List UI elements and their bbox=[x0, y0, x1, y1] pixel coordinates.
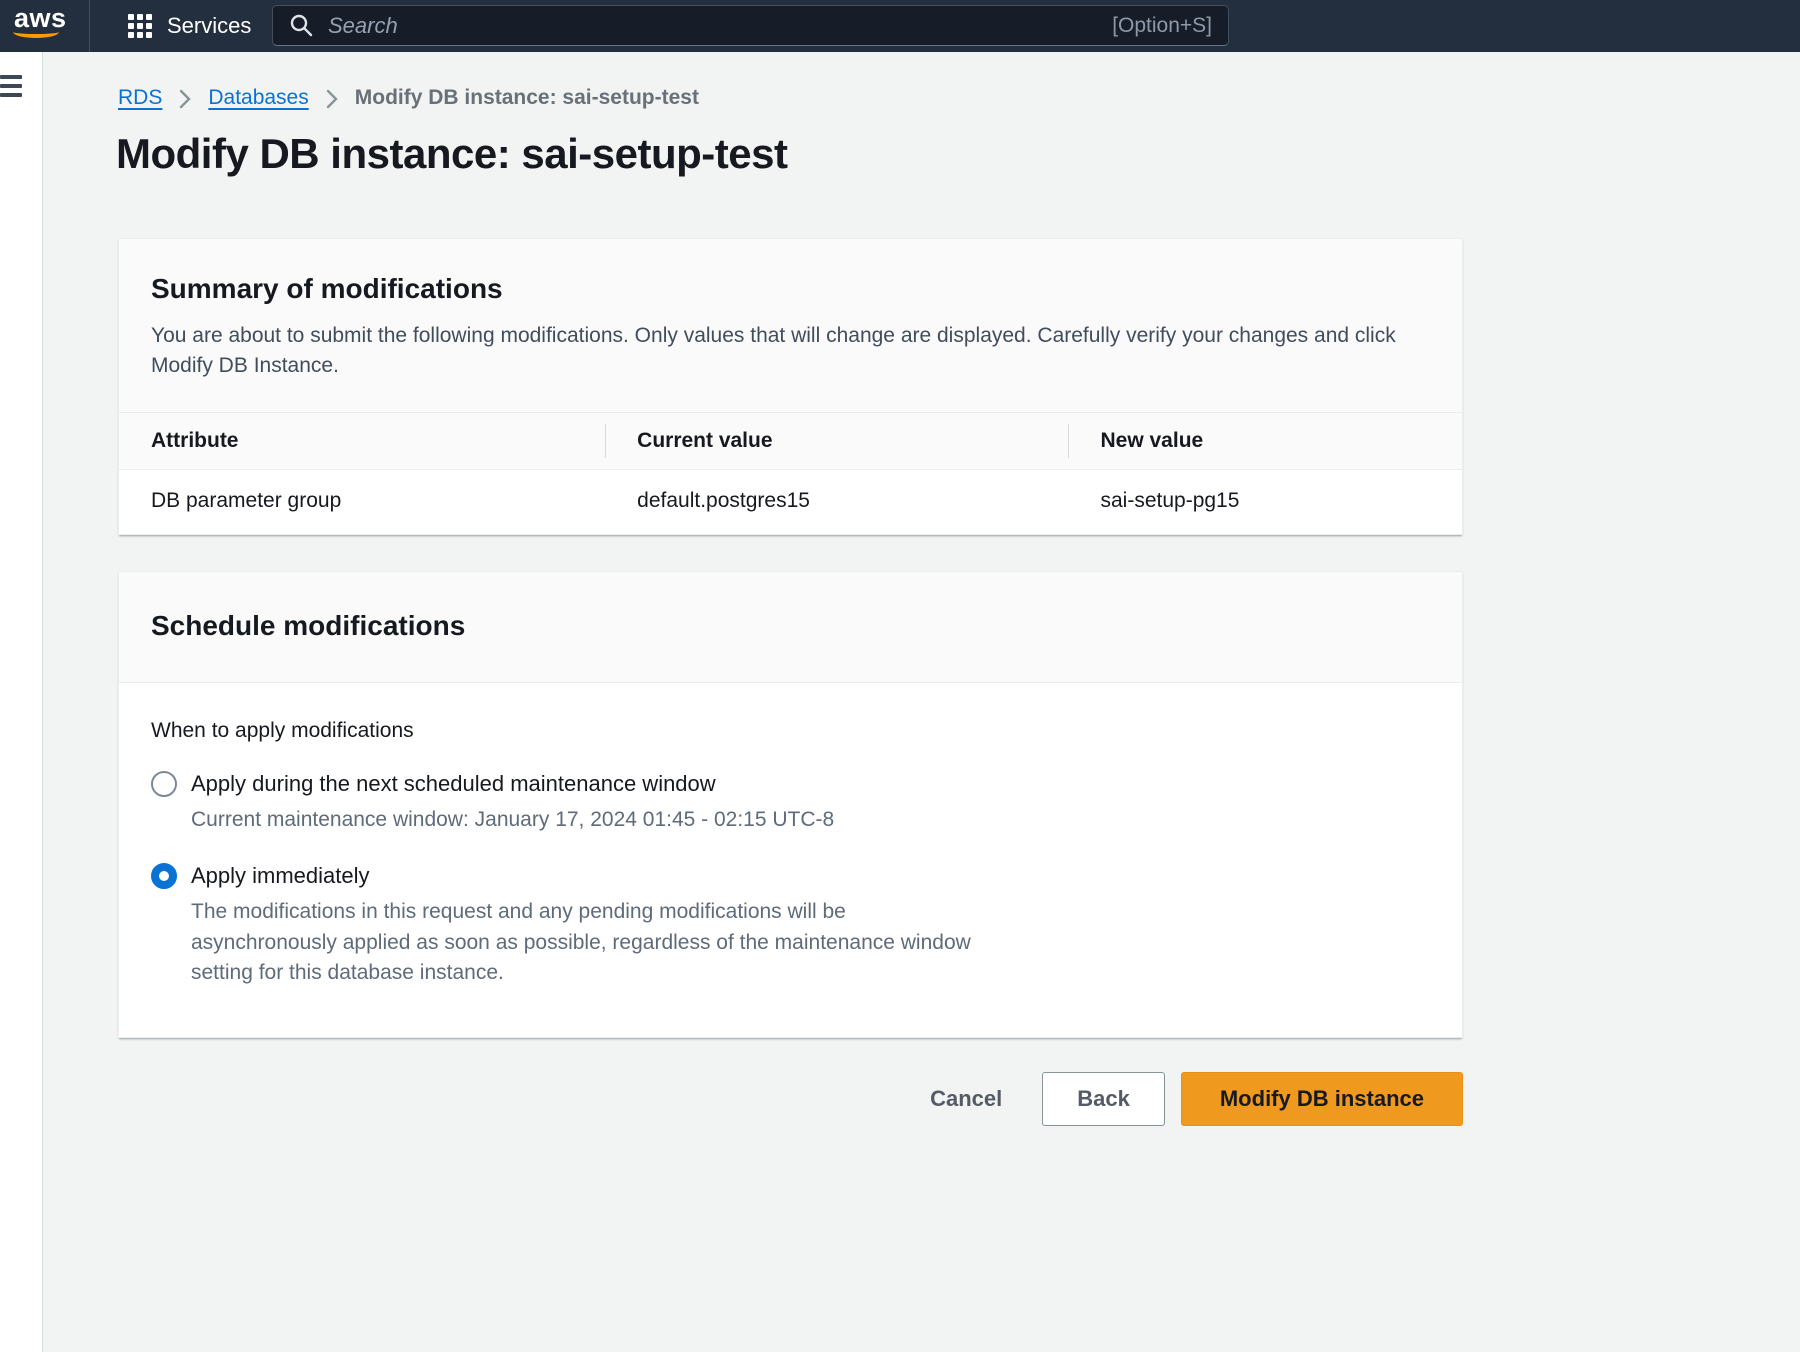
search-icon bbox=[289, 13, 314, 38]
breadcrumb-current: Modify DB instance: sai-setup-test bbox=[355, 86, 699, 110]
hamburger-menu-icon[interactable] bbox=[0, 75, 22, 102]
table-row: DB parameter group default.postgres15 sa… bbox=[119, 469, 1462, 534]
cell-attribute: DB parameter group bbox=[119, 470, 605, 534]
collapsed-side-navigation bbox=[0, 52, 43, 1352]
modify-db-instance-button[interactable]: Modify DB instance bbox=[1181, 1072, 1463, 1126]
radio-option-apply-immediately: Apply immediately The modifications in t… bbox=[151, 861, 1430, 988]
page-title: Modify DB instance: sai-setup-test bbox=[116, 130, 1463, 178]
radio-group-label: When to apply modifications bbox=[151, 719, 1430, 743]
breadcrumb: RDS Databases Modify DB instance: sai-se… bbox=[118, 86, 1463, 110]
radio-maintenance-window-description: Current maintenance window: January 17, … bbox=[191, 805, 1430, 835]
services-label: Services bbox=[167, 13, 251, 39]
radio-apply-immediately-label[interactable]: Apply immediately bbox=[191, 861, 370, 890]
summary-table-header-row: Attribute Current value New value bbox=[119, 412, 1462, 469]
chevron-right-icon bbox=[326, 89, 338, 109]
form-actions: Cancel Back Modify DB instance bbox=[118, 1072, 1463, 1126]
summary-card-header: Summary of modifications You are about t… bbox=[119, 239, 1462, 412]
search-input[interactable]: Search [Option+S] bbox=[272, 5, 1229, 46]
aws-logo[interactable]: aws bbox=[14, 5, 68, 38]
topbar-divider bbox=[89, 0, 90, 52]
schedule-card-title: Schedule modifications bbox=[151, 610, 1430, 642]
column-header-new-value: New value bbox=[1068, 413, 1461, 469]
cancel-button[interactable]: Cancel bbox=[918, 1072, 1014, 1126]
summary-card-title: Summary of modifications bbox=[151, 273, 1430, 305]
main-content: RDS Databases Modify DB instance: sai-se… bbox=[118, 52, 1463, 1126]
column-header-current-value: Current value bbox=[605, 413, 1068, 469]
services-grid-icon bbox=[128, 14, 152, 38]
top-navigation-bar: aws Services Search [Option+S] bbox=[0, 0, 1800, 52]
radio-unselected-icon[interactable] bbox=[151, 771, 177, 797]
column-header-attribute: Attribute bbox=[119, 413, 605, 469]
back-button[interactable]: Back bbox=[1042, 1072, 1165, 1126]
breadcrumb-link-databases[interactable]: Databases bbox=[208, 86, 308, 110]
services-menu-button[interactable]: Services bbox=[120, 0, 259, 52]
breadcrumb-link-rds[interactable]: RDS bbox=[118, 86, 162, 110]
radio-maintenance-window-label[interactable]: Apply during the next scheduled maintena… bbox=[191, 769, 716, 798]
summary-card-description: You are about to submit the following mo… bbox=[151, 321, 1430, 382]
schedule-card-header: Schedule modifications bbox=[119, 572, 1462, 683]
radio-apply-immediately[interactable]: Apply immediately bbox=[151, 861, 1430, 890]
chevron-right-icon bbox=[179, 89, 191, 109]
radio-apply-immediately-description: The modifications in this request and an… bbox=[191, 897, 991, 988]
radio-option-maintenance-window: Apply during the next scheduled maintena… bbox=[151, 769, 1430, 835]
cell-new-value: sai-setup-pg15 bbox=[1068, 470, 1461, 534]
aws-logo-text: aws bbox=[14, 5, 68, 31]
schedule-card-body: When to apply modifications Apply during… bbox=[119, 683, 1462, 1037]
radio-maintenance-window[interactable]: Apply during the next scheduled maintena… bbox=[151, 769, 1430, 798]
summary-of-modifications-card: Summary of modifications You are about t… bbox=[118, 238, 1463, 535]
search-keyboard-shortcut: [Option+S] bbox=[1112, 14, 1212, 38]
cell-current-value: default.postgres15 bbox=[605, 470, 1068, 534]
schedule-modifications-card: Schedule modifications When to apply mod… bbox=[118, 571, 1463, 1038]
radio-selected-icon[interactable] bbox=[151, 863, 177, 889]
search-placeholder: Search bbox=[328, 13, 1112, 39]
